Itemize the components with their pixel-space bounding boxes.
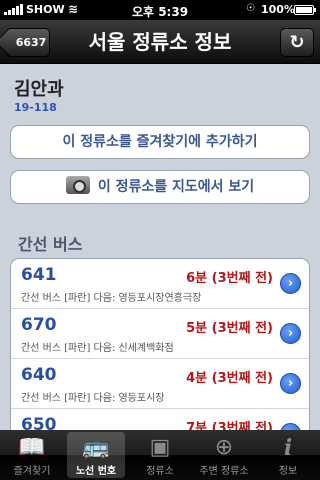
bus-description: 간선 버스 [파란] 다음: 신세계백화점 bbox=[21, 343, 174, 354]
tab-label: 정류소 bbox=[146, 466, 174, 477]
bus-description: 간선 버스 [파란] 다음: 영등포시장연흥극장 bbox=[21, 293, 202, 304]
stop-detail-content[interactable]: 김안과 19-118 이 정류소를 즐겨찾기에 추가하기 이 정류소를 지도에서… bbox=[0, 65, 320, 430]
battery-icon bbox=[294, 5, 316, 15]
bus-number: 650 bbox=[21, 415, 57, 430]
tab-label: 정보 bbox=[278, 466, 298, 477]
bus-row[interactable]: 641 6분 (3번째 전) 간선 버스 [파란] 다음: 영등포시장연흥극장 … bbox=[11, 259, 309, 309]
tab-label: 노선 번호 bbox=[75, 466, 117, 477]
battery-percent: 100% bbox=[261, 3, 295, 16]
bus-icon: 🚌 bbox=[82, 435, 110, 460]
bus-eta: 7분 (3번째 전) bbox=[186, 421, 273, 430]
tab-route-number[interactable]: 🚌 노선 번호 bbox=[64, 430, 128, 480]
bus-eta: 4분 (3번째 전) bbox=[186, 371, 273, 386]
bus-number: 640 bbox=[21, 365, 57, 385]
bus-number: 670 bbox=[21, 315, 57, 335]
detail-disclosure-icon[interactable]: › bbox=[280, 323, 301, 344]
bus-description: 간선 버스 [파란] 다음: 영등포시장 bbox=[21, 393, 165, 404]
tab-label: 주변 정류소 bbox=[199, 466, 249, 477]
bus-eta: 5분 (3번째 전) bbox=[186, 321, 273, 336]
location-icon: ⊕ bbox=[214, 435, 234, 460]
orientation-lock-icon: ☉ bbox=[246, 3, 255, 14]
book-icon: 📖 bbox=[18, 435, 46, 460]
add-favorite-label: 이 정류소를 즐겨찾기에 추가하기 bbox=[62, 134, 258, 150]
refresh-icon: ↻ bbox=[289, 32, 305, 53]
tab-label: 즐겨찾기 bbox=[13, 466, 51, 477]
tab-bus-stop[interactable]: ▣ 정류소 bbox=[128, 430, 192, 480]
tab-nearby-stops[interactable]: ⊕ 주변 정류소 bbox=[192, 430, 256, 480]
stop-name: 김안과 bbox=[14, 79, 64, 100]
info-icon: i bbox=[283, 435, 293, 461]
bus-row[interactable]: 670 5분 (3번째 전) 간선 버스 [파란] 다음: 신세계백화점 › bbox=[11, 309, 309, 359]
view-map-button[interactable]: 이 정류소를 지도에서 보기 bbox=[10, 170, 310, 204]
bus-row[interactable]: 640 4분 (3번째 전) 간선 버스 [파란] 다음: 영등포시장 › bbox=[11, 359, 309, 409]
detail-disclosure-icon[interactable]: › bbox=[280, 423, 301, 430]
bus-eta: 6분 (3번째 전) bbox=[186, 271, 273, 286]
tab-bar: 📖 즐겨찾기 🚌 노선 번호 ▣ 정류소 ⊕ 주변 정류소 i 정보 bbox=[0, 430, 320, 480]
tab-favorites[interactable]: 📖 즐겨찾기 bbox=[0, 430, 64, 480]
add-favorite-button[interactable]: 이 정류소를 즐겨찾기에 추가하기 bbox=[10, 125, 310, 159]
bus-number: 641 bbox=[21, 265, 57, 285]
bus-stop-icon: ▣ bbox=[149, 435, 171, 460]
back-button-label: 6637 bbox=[15, 36, 47, 49]
back-button[interactable]: 6637 bbox=[6, 28, 50, 57]
map-icon bbox=[65, 176, 90, 194]
page-title: 서울 정류소 정보 bbox=[88, 30, 232, 54]
stop-id: 19-118 bbox=[14, 101, 57, 114]
refresh-button[interactable]: ↻ bbox=[280, 28, 314, 57]
navigation-bar: 6637 서울 정류소 정보 ↻ bbox=[0, 20, 320, 64]
tab-info[interactable]: i 정보 bbox=[256, 430, 320, 480]
view-map-label: 이 정류소를 지도에서 보기 bbox=[97, 179, 255, 195]
bus-row[interactable]: 650 7분 (3번째 전) › bbox=[11, 409, 309, 430]
detail-disclosure-icon[interactable]: › bbox=[280, 373, 301, 394]
status-bar: SHOW ≋ 오후 5:39 ☉ 100% bbox=[0, 0, 320, 20]
bus-list: 641 6분 (3번째 전) 간선 버스 [파란] 다음: 영등포시장연흥극장 … bbox=[10, 258, 310, 430]
detail-disclosure-icon[interactable]: › bbox=[280, 273, 301, 294]
section-header-trunk-bus: 간선 버스 bbox=[18, 235, 83, 254]
